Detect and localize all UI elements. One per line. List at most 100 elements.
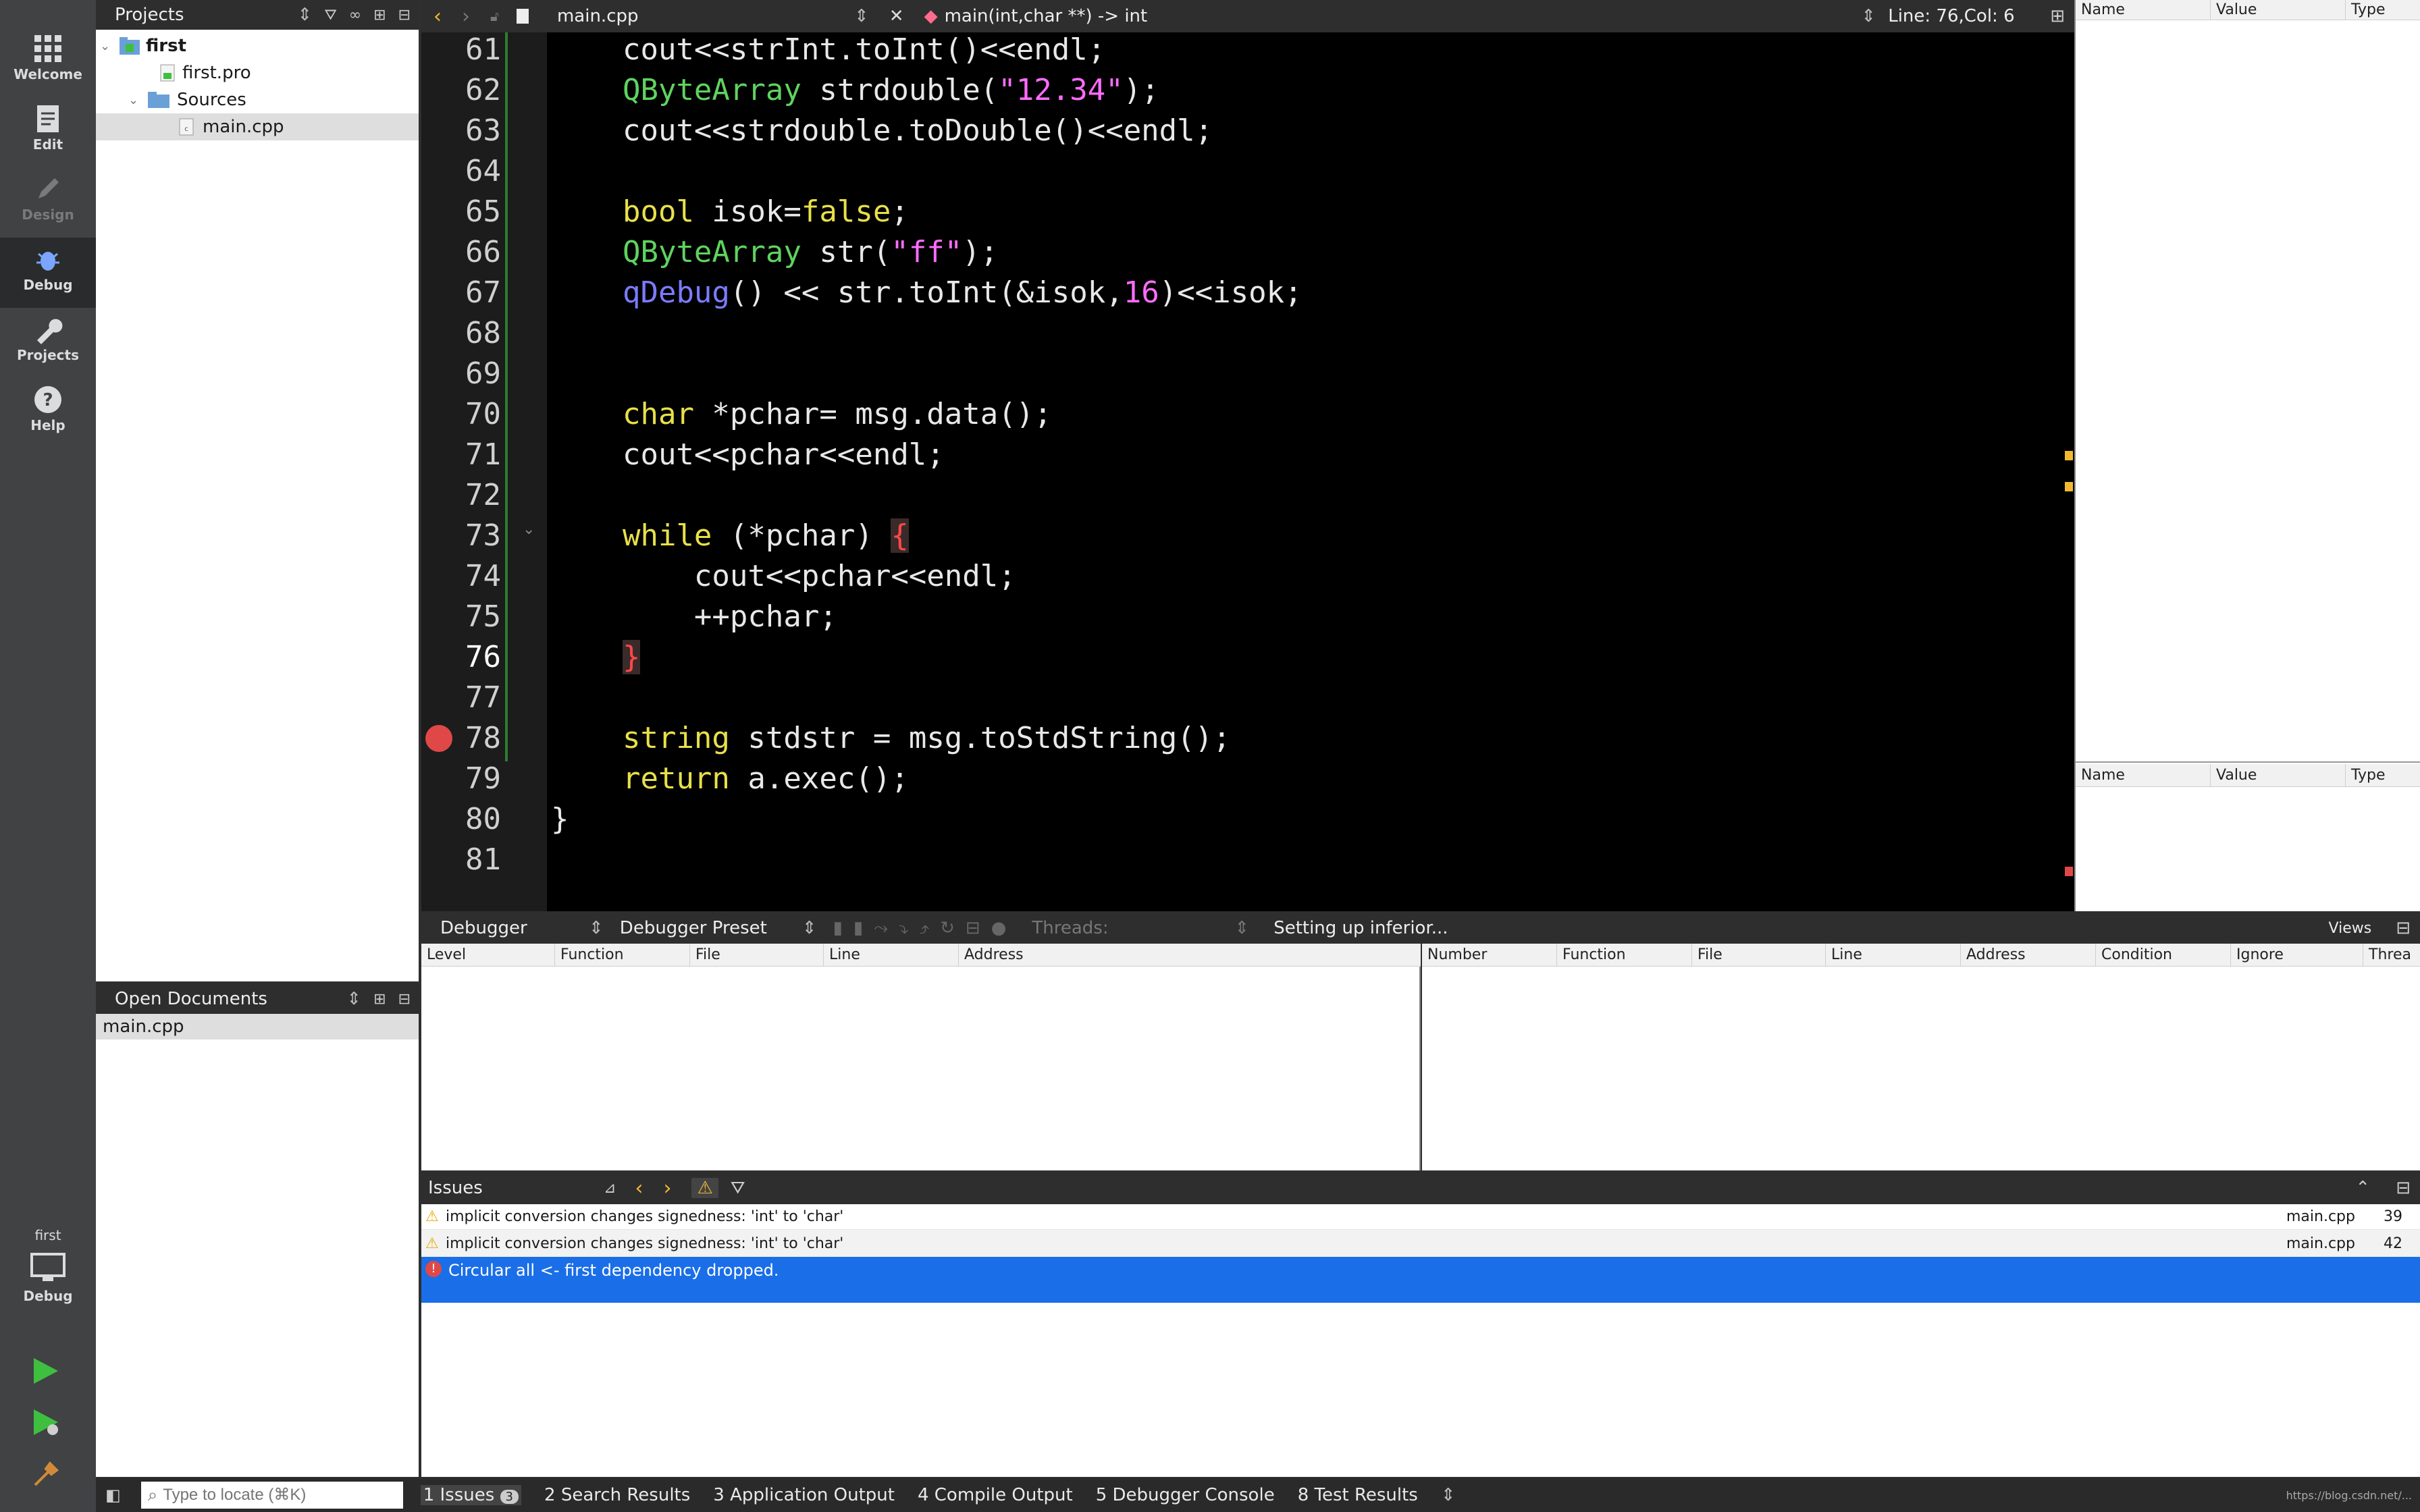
updown-icon[interactable]: ⇕: [346, 989, 361, 1009]
threads-selector[interactable]: Threads:: [1032, 918, 1234, 938]
column-header[interactable]: Line: [1826, 944, 1961, 966]
tab-issues[interactable]: 1 Issues 3: [420, 1485, 521, 1505]
tab-label: Test Results: [1314, 1485, 1418, 1505]
debugger-selector[interactable]: Debugger: [440, 918, 589, 938]
maximize-icon[interactable]: ⌃: [2355, 1178, 2370, 1198]
run-button[interactable]: [30, 1355, 61, 1391]
symbol-selector[interactable]: main(int,char **) -> int: [945, 6, 1148, 26]
fold-chevron-icon[interactable]: ⌄: [523, 521, 535, 538]
debug-run-button[interactable]: [30, 1407, 61, 1442]
mode-design[interactable]: Design: [0, 167, 96, 238]
document-icon: [37, 105, 59, 132]
clean-icon[interactable]: ⊿: [604, 1180, 616, 1197]
link-icon[interactable]: ∞: [349, 7, 361, 24]
close-panel-icon[interactable]: ⊟: [398, 991, 411, 1008]
target-selector[interactable]: first Debug: [0, 1227, 96, 1304]
column-header[interactable]: Threa: [2363, 944, 2420, 966]
tree-item-sources[interactable]: ⌄ Sources: [100, 86, 419, 113]
close-file-icon[interactable]: ✕: [889, 6, 904, 26]
forward-icon[interactable]: ›: [462, 5, 470, 28]
line-number: 69: [465, 356, 501, 391]
split-editor-icon[interactable]: ⊞: [2050, 6, 2065, 26]
editor-file-name[interactable]: main.cpp: [557, 6, 854, 26]
column-header[interactable]: Line: [824, 944, 959, 966]
column-header[interactable]: Name: [2076, 0, 2211, 20]
code-editor[interactable]: 61 62 63 64 65 66 67 68 69 70 71 72 73 74 75 76 77 78 79 80…: [421, 32, 2074, 911]
column-header[interactable]: File: [690, 944, 824, 966]
close-panel-icon[interactable]: ⊟: [398, 7, 411, 24]
previous-icon[interactable]: ‹: [635, 1177, 643, 1200]
tree-item-main-cpp[interactable]: c main.cpp: [96, 113, 419, 140]
code-line: cout<<strdouble.toDouble()<<endl;: [551, 113, 1213, 148]
updown-icon[interactable]: ⇕: [1861, 6, 1876, 26]
column-header[interactable]: Function: [555, 944, 690, 966]
close-panel-icon[interactable]: ⊟: [2396, 1178, 2411, 1198]
column-header[interactable]: Value: [2211, 764, 2346, 786]
views-button[interactable]: Views: [2329, 920, 2372, 937]
mode-label: Help: [30, 417, 65, 433]
breakpoint-icon[interactable]: [425, 725, 452, 752]
split-icon[interactable]: ⊞: [373, 991, 386, 1008]
locator-box[interactable]: ⌕: [140, 1482, 403, 1509]
issue-text: Circular all <- first dependency dropped…: [448, 1261, 779, 1280]
column-header[interactable]: Name: [2076, 764, 2211, 786]
search-icon: ⌕: [147, 1484, 158, 1505]
column-header[interactable]: Number: [1422, 944, 1557, 966]
column-header[interactable]: Level: [421, 944, 555, 966]
split-icon[interactable]: ⊞: [373, 7, 386, 24]
next-icon[interactable]: ›: [663, 1177, 671, 1200]
tab-search-results[interactable]: 2 Search Results: [544, 1485, 690, 1505]
tree-item-first[interactable]: ⌄ first: [100, 32, 419, 59]
column-header[interactable]: Type: [2346, 764, 2420, 786]
mode-projects[interactable]: Projects: [0, 308, 96, 378]
open-document-item[interactable]: main.cpp: [96, 1014, 419, 1040]
issue-row[interactable]: ⚠ implicit conversion changes signedness…: [421, 1204, 2420, 1230]
project-icon: [120, 37, 140, 55]
column-header[interactable]: Type: [2346, 0, 2420, 20]
updown-icon[interactable]: ⇕: [1441, 1485, 1456, 1505]
column-header[interactable]: Function: [1557, 944, 1692, 966]
toggle-sidebar-icon[interactable]: ◧: [105, 1486, 121, 1505]
panel-divider[interactable]: [2076, 761, 2420, 763]
warning-filter-icon[interactable]: ⚠: [691, 1178, 718, 1198]
tab-label: Search Results: [560, 1485, 691, 1505]
tab-number: 4: [917, 1485, 929, 1505]
updown-icon[interactable]: ⇕: [298, 5, 313, 25]
mode-edit[interactable]: Edit: [0, 97, 96, 167]
column-header[interactable]: Address: [959, 944, 1419, 966]
column-header[interactable]: File: [1692, 944, 1826, 966]
tab-compile-output[interactable]: 4 Compile Output: [918, 1485, 1073, 1505]
filter-icon[interactable]: ⛛: [731, 1178, 745, 1199]
updown-icon[interactable]: ⇕: [1234, 918, 1249, 938]
column-header[interactable]: Condition: [2096, 944, 2231, 966]
mode-welcome[interactable]: Welcome: [0, 27, 96, 97]
pro-file-icon: [160, 64, 175, 82]
cursor-position[interactable]: Line: 76,Col: 6: [1888, 6, 2023, 26]
warning-marker[interactable]: [2065, 451, 2073, 460]
column-header[interactable]: Value: [2211, 0, 2346, 20]
mode-debug[interactable]: Debug: [0, 238, 96, 308]
tree-item-first-pro[interactable]: first.pro: [100, 59, 419, 86]
stack-header: Level Function File Line Address: [421, 944, 1421, 967]
column-header[interactable]: Ignore: [2231, 944, 2363, 966]
error-marker[interactable]: [2065, 867, 2073, 876]
column-header[interactable]: Address: [1961, 944, 2096, 966]
tab-application-output[interactable]: 3 Application Output: [713, 1485, 895, 1505]
tab-test-results[interactable]: 8 Test Results: [1298, 1485, 1418, 1505]
updown-icon[interactable]: ⇕: [854, 6, 869, 26]
warning-marker[interactable]: [2065, 482, 2073, 491]
mode-help[interactable]: ? Help: [0, 378, 96, 448]
debug-step-icons[interactable]: ▮▮⤳⤵⤴↻⊟●: [833, 918, 1018, 939]
locator-input[interactable]: [163, 1486, 379, 1505]
issue-row[interactable]: ⚠ implicit conversion changes signedness…: [421, 1230, 2420, 1257]
updown-icon[interactable]: ⇕: [589, 918, 604, 938]
back-icon[interactable]: ‹: [433, 5, 442, 28]
issue-file: main.cpp: [2286, 1235, 2355, 1252]
tab-debugger-console[interactable]: 5 Debugger Console: [1096, 1485, 1275, 1505]
filter-icon[interactable]: ⛛: [324, 7, 336, 24]
updown-icon[interactable]: ⇕: [802, 918, 817, 938]
close-panel-icon[interactable]: ⊟: [2396, 918, 2411, 938]
debugger-preset-selector[interactable]: Debugger Preset: [620, 918, 802, 938]
issue-row-selected[interactable]: ! Circular all <- first dependency dropp…: [421, 1257, 2420, 1303]
build-button[interactable]: [30, 1458, 61, 1494]
